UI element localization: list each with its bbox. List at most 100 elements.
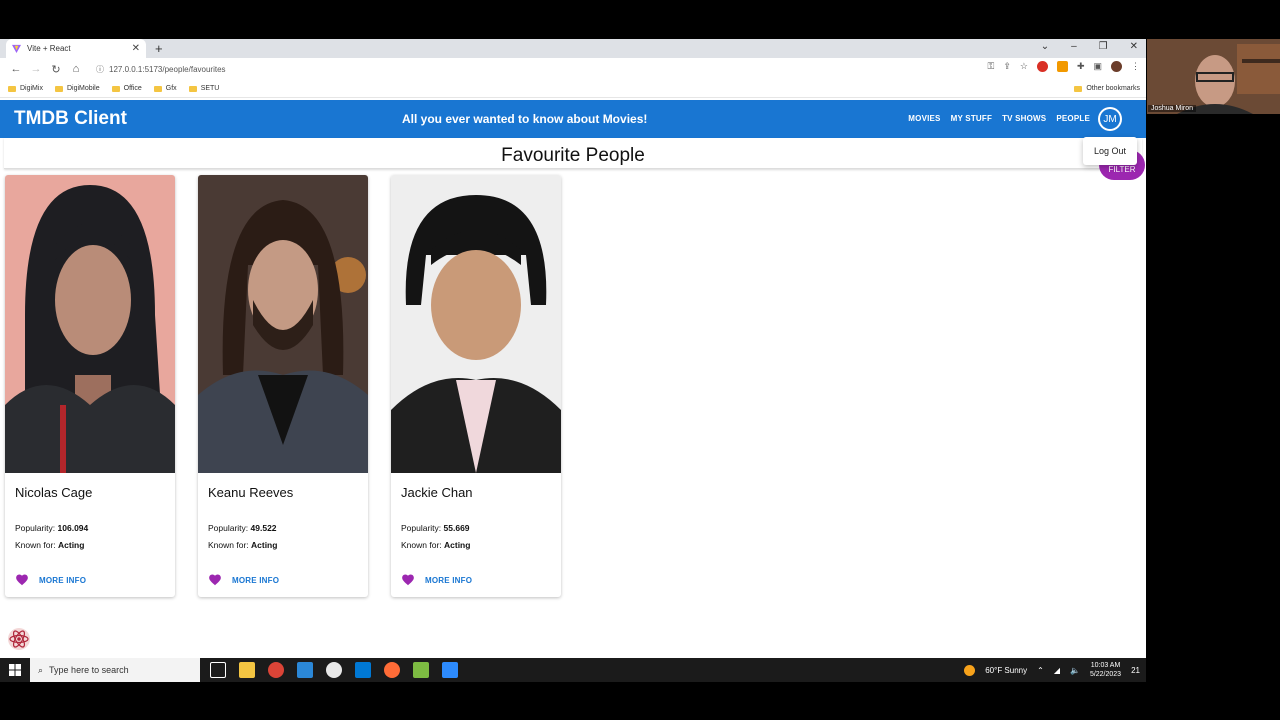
portrait-image (198, 175, 368, 473)
kebab-menu-icon[interactable]: ⋮ (1131, 61, 1140, 72)
windows-logo-icon (9, 664, 21, 676)
bookmark-digimix[interactable]: DigiMix (8, 85, 43, 92)
more-info-button[interactable]: MORE INFO (425, 576, 472, 585)
card-actions: MORE INFO (208, 573, 279, 587)
vscode-icon[interactable] (355, 662, 371, 678)
folder-icon (1074, 85, 1083, 92)
chevron-up-icon[interactable]: ⌃ (1037, 666, 1044, 675)
more-info-button[interactable]: MORE INFO (39, 576, 86, 585)
weather-text[interactable]: 60°F Sunny (985, 666, 1027, 675)
person-photo[interactable] (5, 175, 175, 473)
participant-name: Joshua Miron (1148, 105, 1197, 112)
address-bar-icons: ⚿ ⇪ ☆ ✚ ▣ ⋮ (987, 61, 1140, 72)
known-for: Known for: Acting (15, 540, 85, 550)
file-explorer-icon[interactable] (239, 662, 255, 678)
folder-icon (54, 85, 63, 92)
close-tab-icon[interactable]: ✕ (132, 43, 140, 54)
webcam-image (1147, 39, 1280, 114)
person-photo[interactable] (391, 175, 561, 473)
app-icon[interactable] (297, 662, 313, 678)
chevron-down-icon[interactable]: ⌄ (1041, 41, 1049, 52)
menu-item-movies[interactable]: MOVIES (908, 114, 940, 123)
back-icon[interactable]: ← (8, 63, 24, 75)
key-icon[interactable]: ⚿ (987, 61, 994, 72)
heart-icon[interactable] (15, 573, 29, 587)
close-window-icon[interactable]: ✕ (1130, 41, 1138, 52)
react-devtools-icon[interactable] (7, 627, 31, 651)
avatar: JM (1100, 109, 1120, 129)
info-icon[interactable]: ⓘ (96, 64, 104, 75)
folder-icon (153, 85, 162, 92)
portrait-image (391, 175, 561, 473)
tab-strip: Vite + React ✕ + ⌄ – ❐ ✕ (0, 39, 1146, 58)
bookmark-digimobile[interactable]: DigiMobile (54, 85, 100, 92)
network-icon[interactable]: ◢ (1054, 666, 1060, 675)
extension-icon[interactable] (1056, 61, 1068, 72)
taskbar-apps (210, 662, 458, 678)
bookmarks-bar: DigiMix DigiMobile Office Gfx SETU Other… (0, 80, 1146, 98)
known-for: Known for: Acting (401, 540, 471, 550)
person-card: Nicolas Cage Popularity: 106.094 Known f… (5, 175, 175, 597)
volume-icon[interactable]: 🔈 (1070, 666, 1080, 675)
heart-icon[interactable] (401, 573, 415, 587)
forward-icon[interactable]: → (28, 63, 44, 75)
folder-icon (188, 85, 197, 92)
new-tab-icon[interactable]: + (155, 41, 163, 56)
sidebar-icon[interactable]: ▣ (1093, 61, 1102, 72)
bookmark-gfx[interactable]: Gfx (153, 85, 177, 92)
chrome-icon[interactable] (268, 662, 284, 678)
browser-tab[interactable]: Vite + React ✕ (6, 39, 146, 58)
extension-icon[interactable] (1036, 61, 1048, 72)
postman-icon[interactable] (384, 662, 400, 678)
zoom-icon[interactable] (442, 662, 458, 678)
card-actions: MORE INFO (401, 573, 472, 587)
portrait-image (5, 175, 175, 473)
person-name: Jackie Chan (401, 485, 473, 500)
app-bar: TMDB Client All you ever wanted to know … (0, 100, 1146, 138)
minimize-icon[interactable]: – (1071, 41, 1077, 52)
page-title: Favourite People (501, 145, 645, 166)
menu-item-people[interactable]: PEOPLE (1056, 114, 1090, 123)
popularity: Popularity: 55.669 (401, 523, 470, 533)
notification-icon[interactable]: 21 (1131, 666, 1140, 675)
task-view-icon[interactable] (210, 662, 226, 678)
system-tray: 60°F Sunny ⌃ ◢ 🔈 10:03 AM 5/22/2023 21 (964, 658, 1140, 682)
star-icon[interactable]: ☆ (1020, 61, 1028, 72)
popularity: Popularity: 49.522 (208, 523, 277, 533)
notepad-icon[interactable] (413, 662, 429, 678)
clock[interactable]: 10:03 AM 5/22/2023 (1090, 661, 1121, 679)
chrome-profile-icon[interactable] (326, 662, 342, 678)
reload-icon[interactable]: ↻ (48, 63, 64, 76)
person-name: Keanu Reeves (208, 485, 294, 500)
restore-icon[interactable]: ❐ (1099, 41, 1108, 52)
puzzle-icon[interactable]: ✚ (1077, 61, 1085, 72)
user-avatar-button[interactable]: JM (1098, 107, 1122, 131)
search-placeholder: Type here to search (49, 665, 129, 675)
taskbar-search[interactable]: ⌕ Type here to search (30, 658, 200, 682)
windows-start-icon[interactable] (0, 658, 30, 682)
share-icon[interactable]: ⇪ (1003, 61, 1011, 72)
more-info-button[interactable]: MORE INFO (232, 576, 279, 585)
bookmark-setu[interactable]: SETU (188, 85, 219, 92)
logout-menu-item[interactable]: Log Out (1083, 137, 1137, 165)
home-icon[interactable]: ⌂ (68, 63, 84, 75)
url-text: 127.0.0.1:5173/people/favourites (109, 64, 226, 74)
url-field[interactable]: ⓘ 127.0.0.1:5173/people/favourites (96, 64, 226, 75)
menu-item-my-stuff[interactable]: MY STUFF (951, 114, 992, 123)
person-card: Jackie Chan Popularity: 55.669 Known for… (391, 175, 561, 597)
address-bar: ← → ↻ ⌂ ⓘ 127.0.0.1:5173/people/favourit… (0, 58, 1146, 80)
menu-item-tv-shows[interactable]: TV SHOWS (1002, 114, 1046, 123)
tab-title: Vite + React (27, 44, 71, 53)
profile-icon[interactable] (1111, 61, 1122, 72)
heart-icon[interactable] (208, 573, 222, 587)
folder-icon (111, 85, 120, 92)
person-card: Keanu Reeves Popularity: 49.522 Known fo… (198, 175, 368, 597)
bookmark-office[interactable]: Office (111, 85, 142, 92)
taskbar: ⌕ Type here to search 60°F Sunny ⌃ ◢ 🔈 1… (0, 658, 1146, 682)
brand-title[interactable]: TMDB Client (14, 108, 127, 130)
person-photo[interactable] (198, 175, 368, 473)
other-bookmarks[interactable]: Other bookmarks (1074, 85, 1140, 92)
search-icon: ⌕ (38, 664, 44, 675)
popularity: Popularity: 106.094 (15, 523, 89, 533)
main-menu: MOVIES MY STUFF TV SHOWS PEOPLE (908, 114, 1090, 123)
